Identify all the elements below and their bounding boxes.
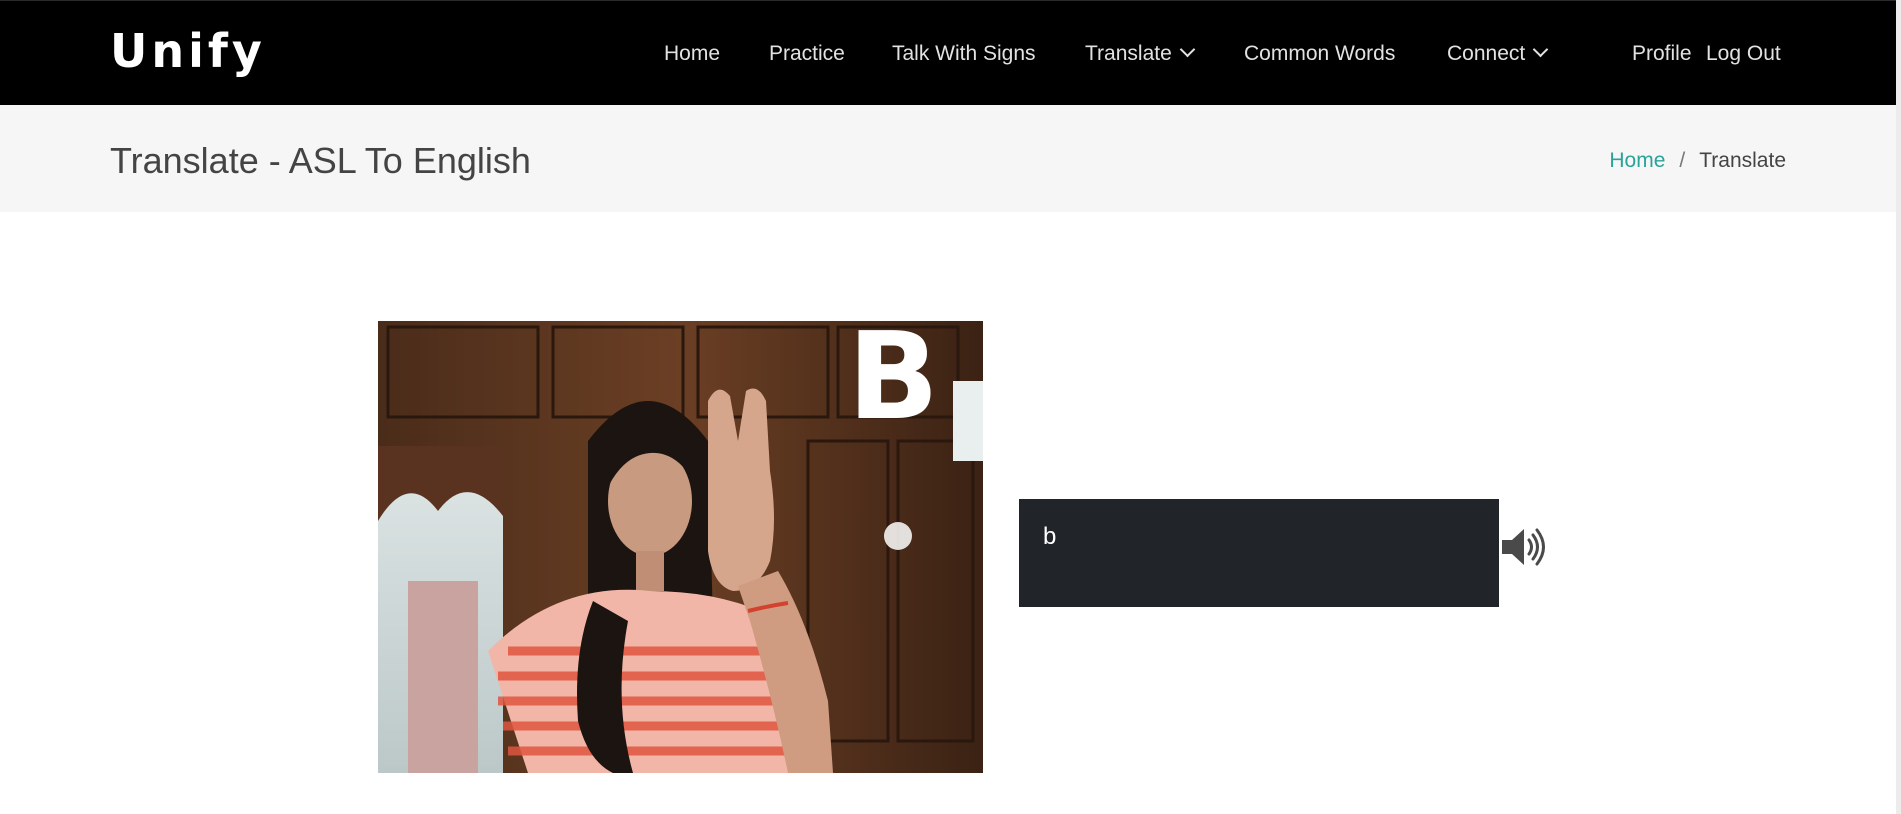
chevron-down-icon bbox=[1179, 41, 1196, 58]
breadcrumb-home-link[interactable]: Home bbox=[1609, 149, 1665, 172]
nav-talk-with-signs[interactable]: Talk With Signs bbox=[892, 41, 1036, 67]
nav-practice[interactable]: Practice bbox=[769, 41, 845, 67]
nav-connect[interactable]: Connect bbox=[1447, 41, 1549, 67]
translation-output-box[interactable] bbox=[1019, 499, 1499, 607]
page-scrollbar[interactable] bbox=[1896, 0, 1901, 814]
nav-profile[interactable]: Profile bbox=[1632, 41, 1692, 67]
nav-log-out[interactable]: Log Out bbox=[1706, 41, 1781, 67]
breadcrumb-separator: / bbox=[1679, 149, 1686, 172]
nav-home[interactable]: Home bbox=[664, 41, 720, 67]
nav-common-words[interactable]: Common Words bbox=[1244, 41, 1395, 67]
speaker-icon-graphic bbox=[1502, 528, 1545, 566]
webcam-feed: B bbox=[378, 321, 983, 773]
chevron-down-icon bbox=[1532, 41, 1549, 58]
brand-logo[interactable]: Unify bbox=[110, 21, 266, 81]
detected-letter-overlay: B bbox=[847, 321, 939, 447]
breadcrumb: Home / Translate bbox=[1609, 148, 1786, 174]
speaker-icon[interactable] bbox=[1500, 526, 1548, 568]
nav-translate-label: Translate bbox=[1085, 42, 1172, 65]
breadcrumb-current: Translate bbox=[1699, 149, 1786, 172]
nav-connect-label: Connect bbox=[1447, 42, 1526, 65]
top-navbar: Unify Home Practice Talk With Signs Tran… bbox=[0, 0, 1896, 105]
nav-translate[interactable]: Translate bbox=[1085, 41, 1196, 67]
page-title: Translate - ASL To English bbox=[110, 140, 531, 181]
page-header: Translate - ASL To English Home / Translat… bbox=[0, 105, 1896, 212]
translation-output-field[interactable] bbox=[1043, 523, 1475, 551]
